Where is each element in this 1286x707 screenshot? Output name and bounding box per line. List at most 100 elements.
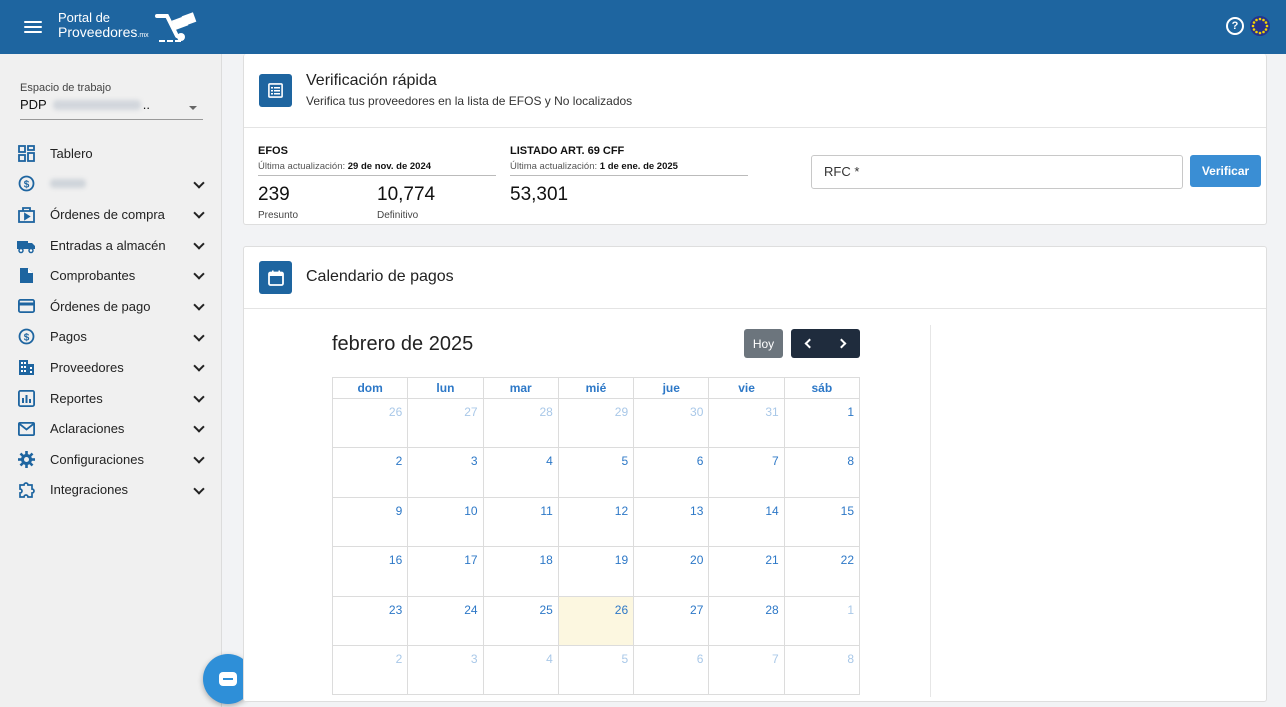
sidebar-item-label-redacted — [50, 179, 86, 189]
calendar-day[interactable]: 1 — [783, 595, 861, 646]
brand-line1: Portal de — [58, 10, 111, 25]
hamburger-menu-icon[interactable] — [24, 18, 42, 36]
sidebar-item-aclaraciones[interactable]: Aclaraciones — [0, 413, 221, 444]
calendar-day[interactable]: 7 — [708, 447, 785, 498]
calendar-day[interactable]: 26 — [331, 397, 409, 449]
efos-definitivo-label: Definitivo — [377, 210, 419, 221]
calendar-day[interactable]: 27 — [407, 397, 484, 449]
calendar-day[interactable]: 18 — [482, 546, 559, 597]
chat-bubble-icon — [219, 672, 237, 686]
purchase-order-icon — [17, 205, 35, 223]
calendar-day[interactable]: 11 — [482, 496, 559, 548]
calendar-day[interactable]: 19 — [557, 546, 635, 597]
chevron-down-icon — [193, 452, 205, 464]
calendar-day[interactable]: 13 — [633, 496, 710, 548]
calendar-day[interactable]: 16 — [331, 546, 409, 597]
dollar-circle-icon: $ — [17, 175, 35, 193]
weekday-header: dom — [331, 377, 409, 399]
quick-verification-card: Verificación rápida Verifica tus proveed… — [243, 54, 1267, 225]
calendar-day[interactable]: 8 — [783, 447, 861, 498]
calendar-day[interactable]: 17 — [407, 546, 484, 597]
calendar-day[interactable]: 4 — [482, 447, 559, 498]
sidebar-item-configuraciones[interactable]: Configuraciones — [0, 444, 221, 475]
chevron-down-icon — [193, 299, 205, 311]
calendar-day[interactable]: 14 — [708, 496, 785, 548]
next-month-button[interactable] — [826, 329, 861, 358]
efos-definitivo-value: 10,774 — [377, 184, 436, 205]
calendar-day[interactable]: 24 — [407, 595, 484, 646]
calendar-day[interactable]: 28 — [708, 595, 785, 646]
calendar-day[interactable]: 6 — [633, 447, 710, 498]
brand-line2: Proveedores — [58, 24, 138, 40]
chevron-down-icon — [193, 176, 205, 189]
calendar-day-today[interactable]: 26 — [557, 595, 635, 646]
efos-presunto-label: Presunto — [258, 210, 299, 221]
chevron-down-icon — [193, 238, 205, 250]
calendar-day[interactable]: 10 — [407, 496, 484, 548]
verify-button[interactable]: Verificar — [1190, 155, 1261, 187]
calendar-day[interactable]: 4 — [482, 644, 559, 696]
calendar-day[interactable]: 31 — [708, 397, 785, 449]
chevron-right-icon — [836, 338, 847, 349]
calendar-day[interactable]: 20 — [633, 546, 710, 597]
sidebar-item-tablero[interactable]: Tablero — [0, 138, 221, 169]
calendar-day[interactable]: 29 — [557, 397, 635, 449]
sidebar-item-proveedores[interactable]: Proveedores — [0, 352, 221, 383]
workspace-select[interactable]: Espacio de trabajo PDP .. — [20, 82, 203, 120]
calendar-day[interactable]: 21 — [708, 546, 785, 597]
calendar-day[interactable]: 5 — [557, 447, 635, 498]
help-icon[interactable]: ? — [1226, 17, 1244, 35]
workspace-label: Espacio de trabajo — [20, 82, 112, 94]
calendar-day[interactable]: 9 — [331, 496, 409, 548]
calendar-day[interactable]: 7 — [708, 644, 785, 696]
calendar-day[interactable]: 22 — [783, 546, 861, 597]
calendar-day[interactable]: 5 — [557, 644, 635, 696]
calendar-day[interactable]: 3 — [407, 644, 484, 696]
art69-title: LISTADO ART. 69 CFF — [510, 145, 625, 157]
sidebar-item-comprobantes[interactable]: Comprobantes — [0, 260, 221, 291]
prev-month-button[interactable] — [791, 329, 826, 358]
calendar-day[interactable]: 23 — [331, 595, 409, 646]
calendar-day[interactable]: 15 — [783, 496, 861, 548]
sidebar-item-entradas-almacen[interactable]: Entradas a almacén — [0, 230, 221, 261]
card-header: Verificación rápida Verifica tus proveed… — [244, 54, 1266, 128]
calendar-day[interactable]: 2 — [331, 447, 409, 498]
weekday-header: jue — [633, 377, 710, 399]
sidebar-item-integraciones[interactable]: Integraciones — [0, 475, 221, 506]
sidebar-item-label: Configuraciones — [50, 451, 144, 467]
brand-suffix: .mx — [137, 32, 149, 39]
sidebar-item-ordenes-compra[interactable]: Órdenes de compra — [0, 199, 221, 230]
calendar-day[interactable]: 28 — [482, 397, 559, 449]
sidebar-item-ordenes-pago[interactable]: Órdenes de pago — [0, 291, 221, 322]
bar-chart-icon — [17, 389, 35, 407]
hand-truck-logo-icon — [154, 12, 197, 42]
sidebar-item-pagos[interactable]: $ Pagos — [0, 322, 221, 353]
today-button[interactable]: Hoy — [744, 329, 783, 358]
user-avatar-icon[interactable] — [1250, 16, 1270, 36]
weekday-header: lun — [407, 377, 484, 399]
sidebar-item-redacted[interactable]: $ — [0, 169, 221, 200]
puzzle-icon — [17, 481, 35, 499]
calendar-day[interactable]: 30 — [633, 397, 710, 449]
rfc-input[interactable]: RFC * — [811, 155, 1183, 189]
calendar-day[interactable]: 25 — [482, 595, 559, 646]
calendar-day[interactable]: 6 — [633, 644, 710, 696]
sidebar: Espacio de trabajo PDP .. Tablero $ Órde — [0, 54, 222, 707]
brand-logo[interactable]: Portal de Proveedores.mx — [58, 10, 203, 44]
sidebar-item-label: Tablero — [50, 145, 93, 161]
sidebar-item-reportes[interactable]: Reportes — [0, 383, 221, 414]
document-icon — [17, 267, 35, 285]
chevron-down-icon — [193, 360, 205, 372]
calendar-day[interactable]: 3 — [407, 447, 484, 498]
update-date: 1 de ene. de 2025 — [599, 161, 678, 172]
calendar-day[interactable]: 1 — [783, 397, 861, 449]
list-icon — [259, 74, 292, 107]
calendar-day[interactable]: 8 — [783, 644, 861, 696]
calendar-day[interactable]: 12 — [557, 496, 635, 548]
chevron-down-icon — [193, 207, 205, 219]
art69-stat: LISTADO ART. 69 CFF Última actualización… — [510, 145, 748, 176]
calendar-day[interactable]: 2 — [331, 644, 409, 696]
truck-icon — [17, 236, 35, 254]
calendar-day[interactable]: 27 — [633, 595, 710, 646]
chevron-down-icon — [193, 421, 205, 434]
